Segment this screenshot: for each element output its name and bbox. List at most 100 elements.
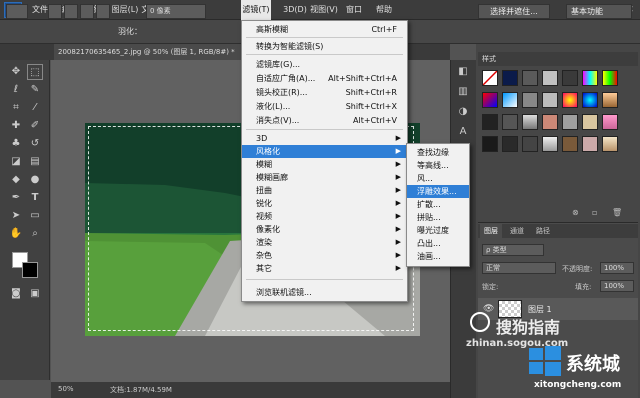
menu-item-filter-gallery[interactable]: 滤镜库(G)... xyxy=(242,58,407,71)
zoom-level[interactable]: 50% xyxy=(58,385,74,393)
marquee-tool-icon[interactable]: ⬚ xyxy=(27,64,43,80)
eyedropper-icon[interactable]: ⁄ xyxy=(27,100,43,116)
submenu-item-emboss[interactable]: 浮雕效果... xyxy=(407,185,469,198)
new-selection-icon[interactable] xyxy=(48,4,62,19)
magic-wand-icon[interactable]: ✎ xyxy=(27,82,43,98)
blur-tool-icon[interactable]: ◆ xyxy=(8,172,24,188)
menu-item-sharpen[interactable]: 锐化 ▶ xyxy=(242,197,407,210)
document-tab[interactable]: 20082170635465_2.jpg @ 50% (图层 1, RGB/8#… xyxy=(54,44,244,60)
path-selection-icon[interactable]: ➤ xyxy=(8,208,24,224)
tab-layers[interactable]: 图层 xyxy=(480,224,502,238)
styles-tab[interactable]: 样式 xyxy=(482,52,496,66)
fill-input[interactable]: 100% xyxy=(600,280,634,292)
submenu-item-solarize[interactable]: 曝光过度 xyxy=(407,224,469,237)
style-swatch[interactable] xyxy=(522,70,538,86)
select-and-mask-button[interactable]: 选择并遮住... xyxy=(478,4,550,19)
style-swatch[interactable] xyxy=(582,92,598,108)
style-swatch[interactable] xyxy=(502,92,518,108)
menu-item-convert-smart[interactable]: 转换为智能滤镜(S) xyxy=(242,40,407,53)
style-swatch[interactable] xyxy=(602,114,618,130)
healing-brush-icon[interactable]: ✚ xyxy=(8,118,24,134)
menu-item-blur[interactable]: 模糊 ▶ xyxy=(242,158,407,171)
style-swatch[interactable] xyxy=(522,114,538,130)
clone-stamp-icon[interactable]: ♣ xyxy=(8,136,24,152)
submenu-item-oil-paint[interactable]: 油画... xyxy=(407,250,469,263)
style-swatch[interactable] xyxy=(602,136,618,152)
menu-item-blur-gallery[interactable]: 模糊画廊 ▶ xyxy=(242,171,407,184)
style-swatch[interactable] xyxy=(582,136,598,152)
style-swatch[interactable] xyxy=(482,136,498,152)
menu-item-vanishing-point[interactable]: 消失点(V)... Alt+Ctrl+V xyxy=(242,114,407,127)
history-panel-icon[interactable]: ◧ xyxy=(455,64,471,80)
style-swatch[interactable] xyxy=(582,70,598,86)
submenu-item-wind[interactable]: 风... xyxy=(407,172,469,185)
submenu-item-trace-contour[interactable]: 等高线... xyxy=(407,159,469,172)
submenu-item-diffuse[interactable]: 扩散... xyxy=(407,198,469,211)
menu-view[interactable]: 视图(V) xyxy=(310,0,338,20)
dodge-tool-icon[interactable]: ● xyxy=(27,172,43,188)
menu-3d[interactable]: 3D(D) xyxy=(282,0,308,20)
style-swatch[interactable] xyxy=(562,136,578,152)
gradient-tool-icon[interactable]: ▤ xyxy=(27,154,43,170)
style-swatch[interactable] xyxy=(542,136,558,152)
crop-tool-icon[interactable]: ⌗ xyxy=(8,100,24,116)
submenu-item-extrude[interactable]: 凸出... xyxy=(407,237,469,250)
menu-item-noise[interactable]: 杂色 ▶ xyxy=(242,249,407,262)
style-swatch[interactable] xyxy=(562,114,578,130)
delete-style-icon[interactable]: ⊗ xyxy=(572,208,579,217)
style-swatch[interactable] xyxy=(522,92,538,108)
menu-item-pixelate[interactable]: 像素化 ▶ xyxy=(242,223,407,236)
style-swatch[interactable] xyxy=(542,92,558,108)
marquee-tool-preset[interactable] xyxy=(6,4,28,19)
properties-panel-icon[interactable]: ▥ xyxy=(455,84,471,100)
move-tool-icon[interactable]: ✥ xyxy=(8,64,24,80)
type-tool-icon[interactable]: T xyxy=(27,190,43,206)
submenu-item-find-edges[interactable]: 查找边缘 xyxy=(407,146,469,159)
menu-item-last-filter[interactable]: 高斯模糊 Ctrl+F xyxy=(242,23,407,36)
tab-paths[interactable]: 路径 xyxy=(532,224,554,238)
layer-kind-filter[interactable]: ρ 类型 xyxy=(482,244,544,256)
style-swatch[interactable] xyxy=(562,70,578,86)
history-brush-icon[interactable]: ↺ xyxy=(27,136,43,152)
menu-help[interactable]: 帮助(H) xyxy=(370,0,398,34)
style-swatch[interactable] xyxy=(602,70,618,86)
trash-icon[interactable]: 🗑 xyxy=(612,208,622,217)
subtract-selection-icon[interactable] xyxy=(80,4,94,19)
brush-tool-icon[interactable]: ✐ xyxy=(27,118,43,134)
style-swatch[interactable] xyxy=(502,114,518,130)
adjustments-panel-icon[interactable]: ◑ xyxy=(455,104,471,120)
screen-mode-icon[interactable]: ▣ xyxy=(27,286,43,302)
menu-window[interactable]: 窗口(W) xyxy=(340,0,368,34)
lasso-tool-icon[interactable]: ℓ xyxy=(8,82,24,98)
style-swatch[interactable] xyxy=(522,136,538,152)
style-swatch[interactable] xyxy=(602,92,618,108)
style-swatch[interactable] xyxy=(502,136,518,152)
new-style-icon[interactable]: ▫ xyxy=(592,208,597,217)
submenu-item-tiles[interactable]: 拼贴... xyxy=(407,211,469,224)
quick-mask-icon[interactable]: ◙ xyxy=(8,286,24,302)
background-color-swatch[interactable] xyxy=(22,262,38,278)
style-swatch[interactable] xyxy=(502,70,518,86)
hand-tool-icon[interactable]: ✋ xyxy=(8,226,24,242)
style-swatch[interactable] xyxy=(482,114,498,130)
opacity-input[interactable]: 100% xyxy=(600,262,634,274)
eraser-icon[interactable]: ◪ xyxy=(8,154,24,170)
pen-tool-icon[interactable]: ✒ xyxy=(8,190,24,206)
style-swatch[interactable] xyxy=(542,114,558,130)
menu-item-other[interactable]: 其它 ▶ xyxy=(242,262,407,275)
character-panel-icon[interactable]: A xyxy=(455,124,471,140)
menu-item-video[interactable]: 视频 ▶ xyxy=(242,210,407,223)
intersect-selection-icon[interactable] xyxy=(96,4,110,19)
menu-layer[interactable]: 图层(L) xyxy=(111,0,139,20)
workspace-select[interactable]: 基本功能 xyxy=(566,4,632,19)
tab-channels[interactable]: 通道 xyxy=(506,224,528,238)
add-selection-icon[interactable] xyxy=(64,4,78,19)
menu-item-liquify[interactable]: 液化(L)... Shift+Ctrl+X xyxy=(242,100,407,113)
menu-item-browse-online[interactable]: 浏览联机滤镜... xyxy=(242,286,407,299)
style-swatch[interactable] xyxy=(582,114,598,130)
style-swatch[interactable] xyxy=(482,92,498,108)
menu-item-render[interactable]: 渲染 ▶ xyxy=(242,236,407,249)
menu-item-distort[interactable]: 扭曲 ▶ xyxy=(242,184,407,197)
menu-item-adaptive-wide[interactable]: 自适应广角(A)... Alt+Shift+Ctrl+A xyxy=(242,72,407,85)
zoom-tool-icon[interactable]: ⌕ xyxy=(27,226,43,242)
